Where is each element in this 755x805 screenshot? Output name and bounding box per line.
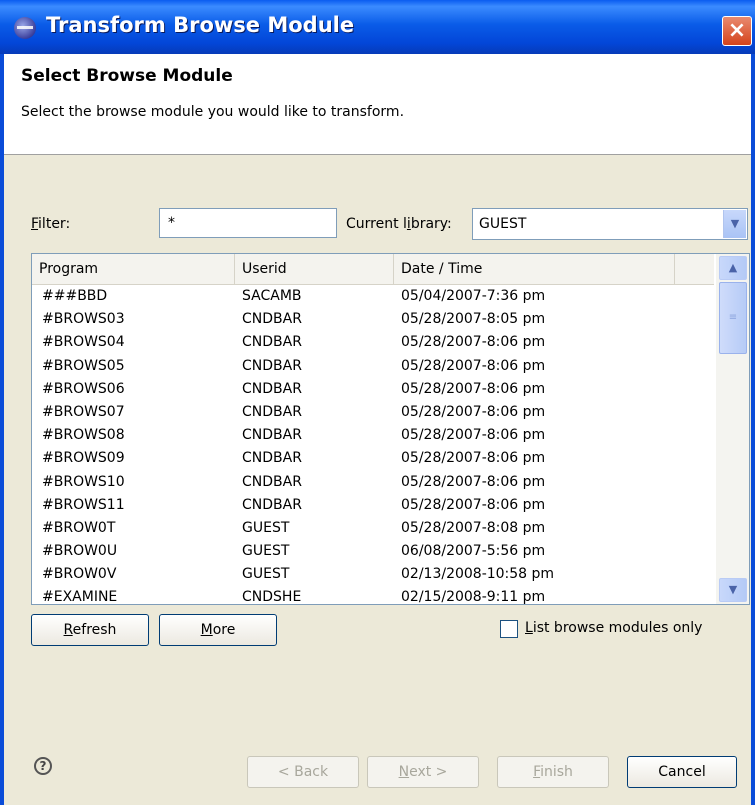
- page-description: Select the browse module you would like …: [21, 104, 405, 120]
- scroll-up-icon[interactable]: ▲: [719, 256, 747, 280]
- close-button[interactable]: ×: [722, 16, 752, 46]
- window-border-right: [751, 54, 755, 805]
- cell-date-time: 05/28/2007-8:05 pm: [401, 311, 546, 328]
- cell-program: #BROWS05: [42, 357, 125, 374]
- cell-program: ###BBD: [42, 288, 108, 304]
- cancel-button[interactable]: Cancel: [627, 756, 737, 788]
- vertical-scrollbar[interactable]: ▲ ≡ ▼: [716, 254, 749, 604]
- current-library-value: GUEST: [479, 216, 527, 232]
- cell-date-time: 05/28/2007-8:06 pm: [401, 334, 546, 351]
- column-header-program[interactable]: Program: [32, 254, 235, 284]
- cell-date-time: 05/28/2007-8:06 pm: [401, 496, 546, 513]
- more-button[interactable]: More: [159, 614, 277, 646]
- eclipse-icon: [14, 17, 36, 39]
- title-bar[interactable]: Transform Browse Module ×: [0, 0, 755, 54]
- cell-userid: CNDBAR: [242, 357, 302, 374]
- cell-date-time: 05/28/2007-8:06 pm: [401, 357, 546, 374]
- cell-userid: CNDBAR: [242, 403, 302, 420]
- table-header: Program Userid Date / Time: [32, 254, 714, 285]
- page-title: Select Browse Module: [21, 66, 233, 86]
- cell-date-time: 05/28/2007-8:08 pm: [401, 519, 546, 536]
- list-browse-modules-only-label[interactable]: List browse modules only: [525, 620, 702, 636]
- current-library-select[interactable]: GUEST ▼: [472, 208, 748, 240]
- cell-date-time: 05/28/2007-8:06 pm: [401, 403, 546, 420]
- cell-userid: CNDBAR: [242, 496, 302, 513]
- cell-program: #BROWS11: [42, 496, 125, 513]
- filter-label: Filter:: [31, 216, 71, 232]
- cell-userid: GUEST: [242, 566, 290, 583]
- cell-userid: CNDSHE: [242, 589, 302, 605]
- table-row[interactable]: #BROW0V GUEST 02/13/2008-10:58 pm: [32, 563, 714, 586]
- scrollbar-thumb[interactable]: ≡: [719, 282, 747, 354]
- cell-date-time: 05/28/2007-8:06 pm: [401, 473, 546, 490]
- cell-userid: CNDBAR: [242, 311, 302, 328]
- next-button[interactable]: Next >: [367, 756, 479, 788]
- table-row[interactable]: #BROWS06 CNDBAR 05/28/2007-8:06 pm: [32, 378, 714, 401]
- chevron-down-icon[interactable]: ▼: [723, 210, 746, 238]
- browse-module-table[interactable]: Program Userid Date / Time ###BBD SACAMB 0…: [31, 253, 750, 605]
- cell-program: #BROWS08: [42, 427, 125, 444]
- cell-program: #EXAMINE: [42, 589, 118, 605]
- table-row[interactable]: #BROWS03 CNDBAR 05/28/2007-8:05 pm: [32, 308, 714, 331]
- table-row[interactable]: #BROWS10 CNDBAR 05/28/2007-8:06 pm: [32, 471, 714, 494]
- cell-userid: CNDBAR: [242, 450, 302, 467]
- cell-userid: GUEST: [242, 519, 290, 536]
- cell-date-time: 02/13/2008-10:58 pm: [401, 566, 555, 583]
- cell-program: #BROWS06: [42, 380, 125, 397]
- cell-program: #BROW0T: [42, 519, 116, 536]
- cell-userid: CNDBAR: [242, 334, 302, 351]
- table-row[interactable]: #BROWS04 CNDBAR 05/28/2007-8:06 pm: [32, 331, 714, 354]
- cell-date-time: 06/08/2007-5:56 pm: [401, 543, 546, 560]
- cell-date-time: 05/28/2007-8:06 pm: [401, 450, 546, 467]
- table-row[interactable]: #BROWS05 CNDBAR 05/28/2007-8:06 pm: [32, 355, 714, 378]
- cell-date-time: 05/04/2007-7:36 pm: [401, 288, 546, 304]
- cell-date-time: 05/28/2007-8:06 pm: [401, 380, 546, 397]
- table-row[interactable]: ###BBD SACAMB 05/04/2007-7:36 pm: [32, 285, 714, 308]
- back-button[interactable]: < Back: [247, 756, 359, 788]
- cell-program: #BROW0V: [42, 566, 117, 583]
- wizard-header: Select Browse Module Select the browse m…: [4, 54, 751, 155]
- table-row[interactable]: #EXAMINE CNDSHE 02/15/2008-9:11 pm: [32, 586, 714, 605]
- table-row[interactable]: #BROW0U GUEST 06/08/2007-5:56 pm: [32, 540, 714, 563]
- cell-program: #BROWS09: [42, 450, 125, 467]
- finish-button[interactable]: Finish: [497, 756, 609, 788]
- dialog-window: Transform Browse Module × Select Browse …: [0, 0, 755, 805]
- cell-program: #BROWS07: [42, 403, 125, 420]
- cell-userid: CNDBAR: [242, 427, 302, 444]
- table-body: ###BBD SACAMB 05/04/2007-7:36 pm #BROWS03 CN…: [32, 285, 714, 605]
- filter-input[interactable]: *: [159, 208, 337, 238]
- cell-program: #BROW0U: [42, 543, 118, 560]
- cell-userid: CNDBAR: [242, 380, 302, 397]
- table-row[interactable]: #BROW0T GUEST 05/28/2007-8:08 pm: [32, 517, 714, 540]
- list-browse-modules-only-checkbox[interactable]: [500, 620, 518, 638]
- help-icon[interactable]: ?: [34, 757, 52, 775]
- table-row[interactable]: #BROWS09 CNDBAR 05/28/2007-8:06 pm: [32, 447, 714, 470]
- cell-program: #BROWS03: [42, 311, 125, 328]
- refresh-button[interactable]: Refresh: [31, 614, 149, 646]
- scroll-down-icon[interactable]: ▼: [719, 578, 747, 602]
- cell-userid: CNDBAR: [242, 473, 302, 490]
- cell-program: #BROWS04: [42, 334, 125, 351]
- current-library-label: Current library:: [346, 216, 452, 232]
- table-row[interactable]: #BROWS08 CNDBAR 05/28/2007-8:06 pm: [32, 424, 714, 447]
- window-border-left: [0, 54, 4, 805]
- table-row[interactable]: #BROWS07 CNDBAR 05/28/2007-8:06 pm: [32, 401, 714, 424]
- cell-userid: GUEST: [242, 543, 290, 560]
- cell-date-time: 05/28/2007-8:06 pm: [401, 427, 546, 444]
- column-header-userid[interactable]: Userid: [235, 254, 394, 284]
- cell-userid: SACAMB: [242, 288, 302, 304]
- column-header-date-time[interactable]: Date / Time: [394, 254, 675, 284]
- table-row[interactable]: #BROWS11 CNDBAR 05/28/2007-8:06 pm: [32, 494, 714, 517]
- cell-date-time: 02/15/2008-9:11 pm: [401, 589, 546, 605]
- cell-program: #BROWS10: [42, 473, 125, 490]
- window-title: Transform Browse Module: [46, 13, 355, 37]
